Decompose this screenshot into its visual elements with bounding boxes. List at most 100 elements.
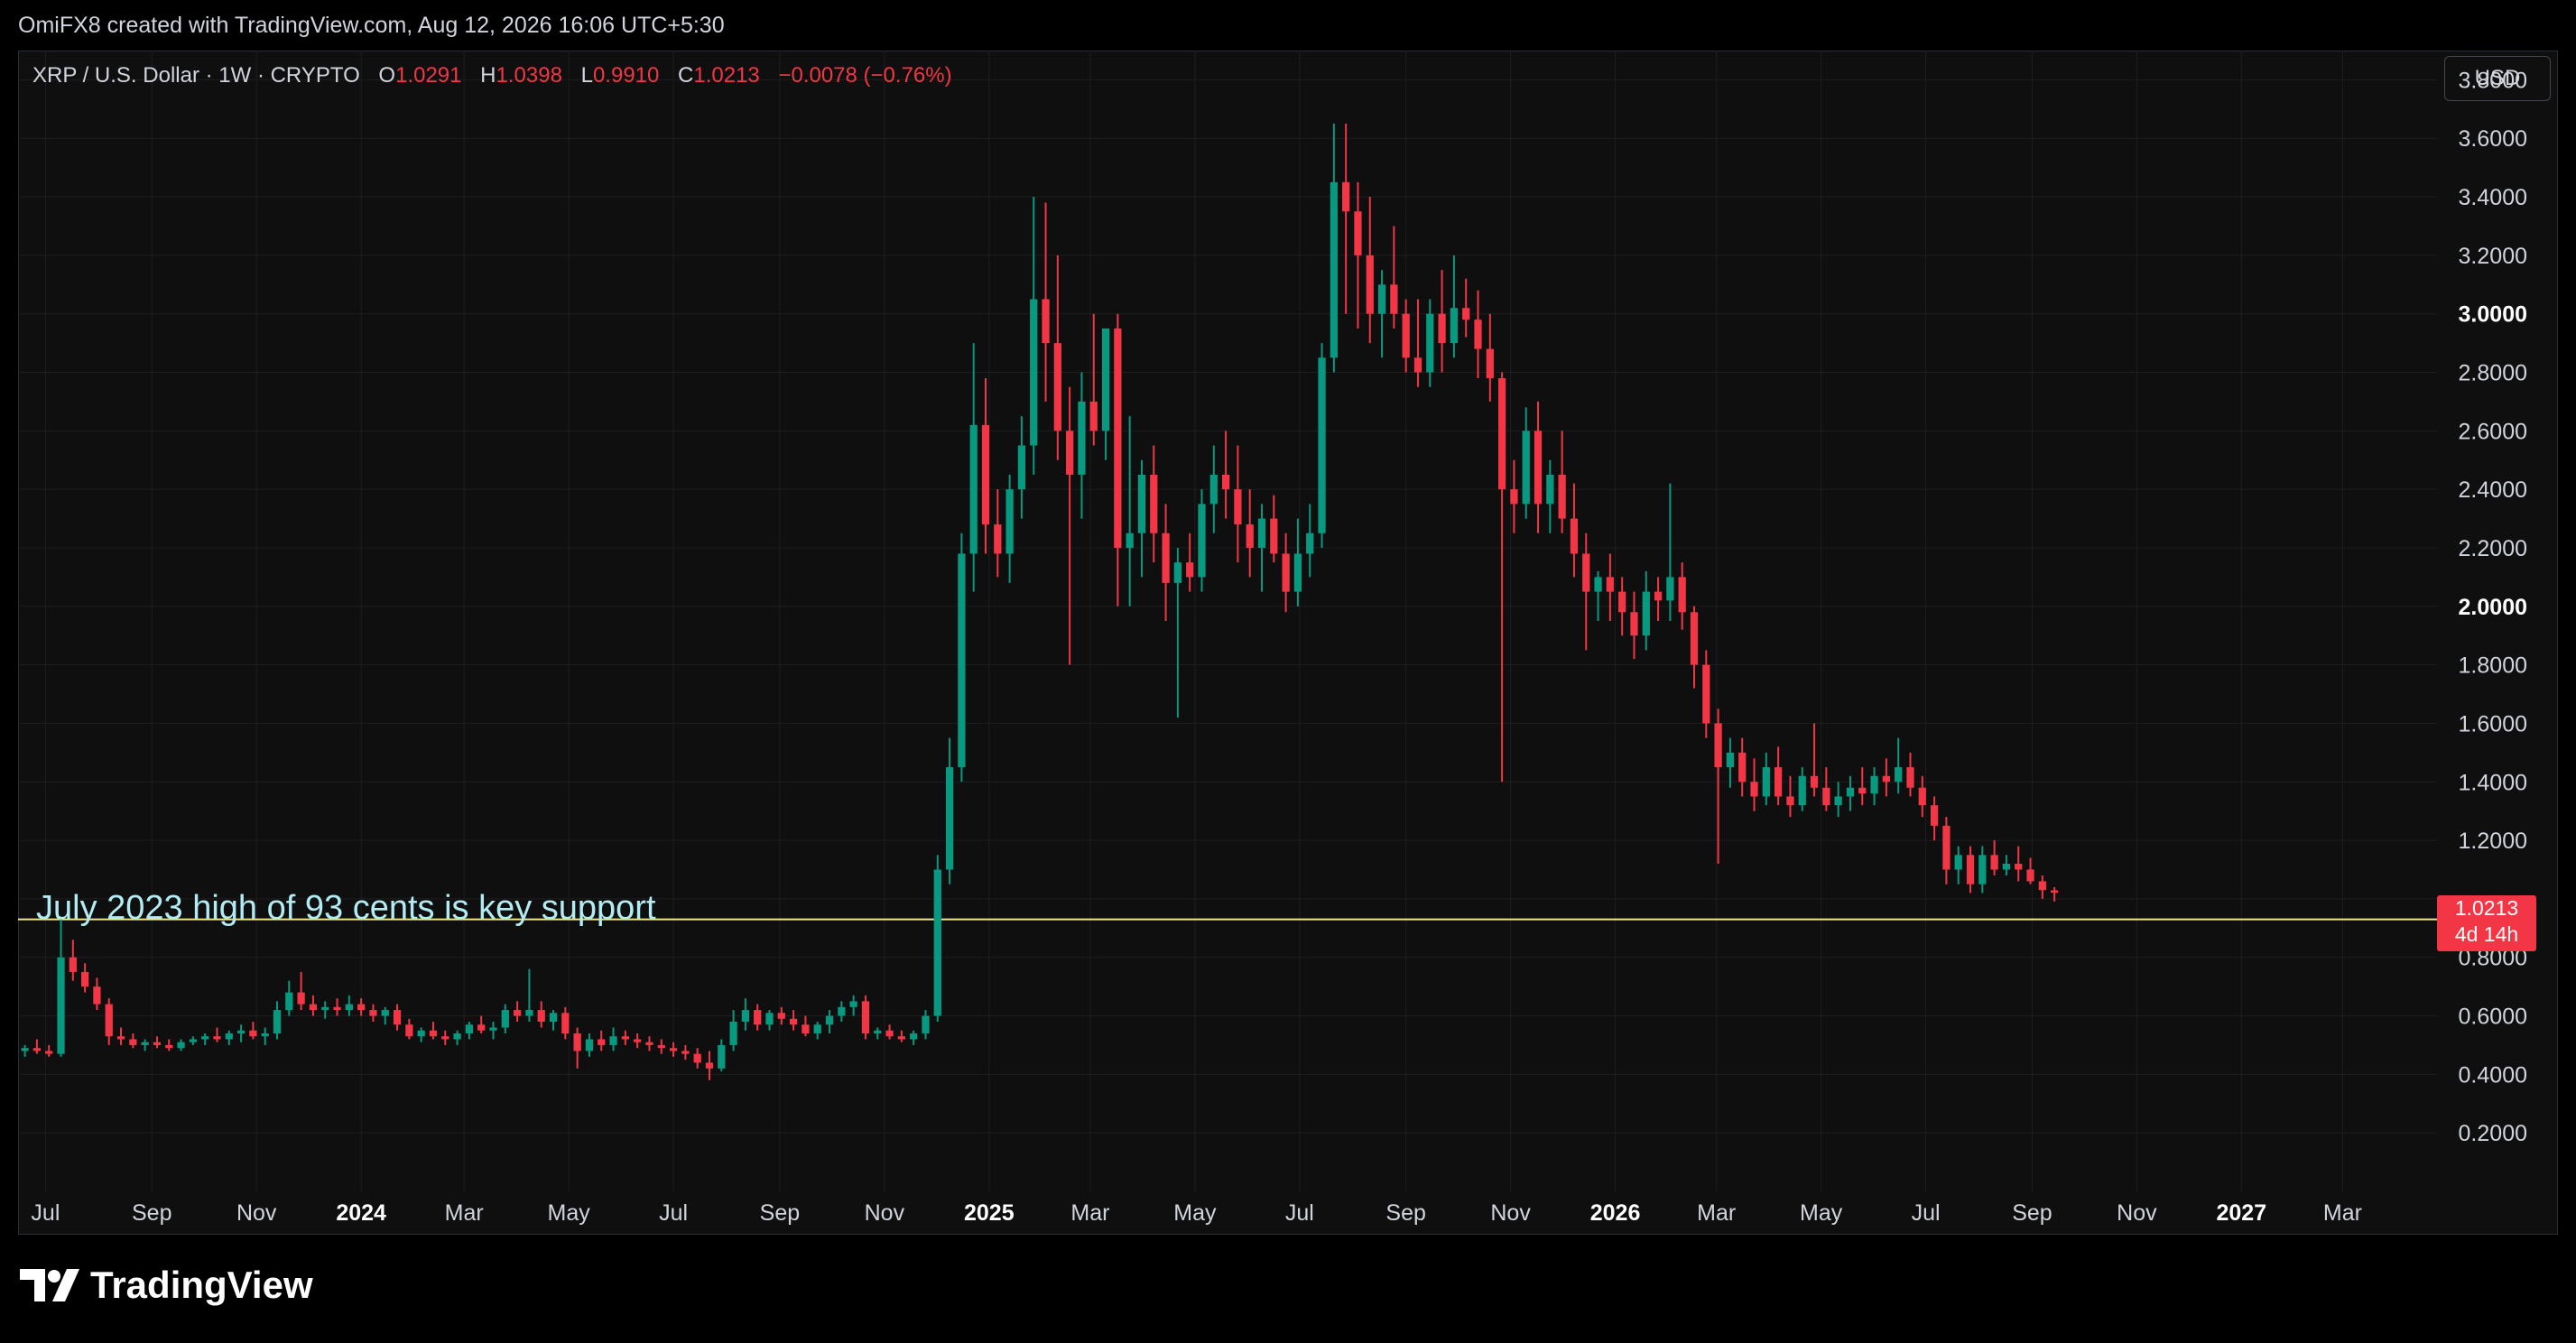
candle-body — [1858, 787, 1867, 794]
candle-body — [789, 1018, 798, 1025]
candle-body — [1474, 320, 1482, 349]
currency-button[interactable]: USD — [2444, 56, 2551, 101]
y-tick-label: 3.6000 — [2459, 126, 2527, 152]
candle-body — [1089, 401, 1098, 431]
y-tick-label: 3.2000 — [2459, 244, 2527, 269]
candle-body — [1678, 577, 1686, 613]
candle-body — [1221, 474, 1230, 490]
candle-body — [189, 1039, 197, 1042]
candle-body — [729, 1022, 737, 1045]
candle-body — [1738, 752, 1747, 783]
candle-body — [1954, 855, 1962, 870]
candle-body — [598, 1039, 606, 1045]
candle-body — [1942, 825, 1951, 870]
candle-body — [981, 424, 990, 525]
candle-body — [874, 1030, 882, 1033]
candle-body — [1786, 796, 1794, 806]
candle-body — [910, 1033, 918, 1040]
x-tick-label: 2024 — [336, 1200, 386, 1226]
candle-body — [1462, 308, 1470, 320]
candle-body — [1209, 474, 1218, 505]
candle-body — [1642, 591, 1650, 636]
candle-body — [1630, 612, 1638, 636]
candle-body — [285, 992, 293, 1011]
candle-body — [405, 1024, 413, 1037]
x-tick-label: Mar — [445, 1200, 484, 1226]
candle-body — [2015, 864, 2023, 870]
candle-body — [1186, 562, 1194, 578]
candle-body — [1354, 211, 1362, 255]
x-tick-label: 2025 — [964, 1200, 1015, 1226]
x-tick-label: May — [1800, 1200, 1843, 1226]
close-value: 1.0213 — [693, 63, 760, 88]
candle-body — [1570, 518, 1579, 554]
candle-body — [2002, 864, 2011, 870]
candle-body — [1546, 474, 1554, 505]
candle-body — [1257, 518, 1266, 548]
candle-body — [453, 1033, 461, 1040]
candle-body — [1582, 553, 1590, 592]
candle-body — [273, 1010, 282, 1033]
last-price: 1.0213 — [2454, 896, 2519, 920]
candle-body — [621, 1036, 629, 1040]
x-tick-label: Sep — [132, 1200, 171, 1226]
candle-body — [1066, 431, 1074, 475]
candle-body — [417, 1030, 425, 1037]
candle-body — [1042, 299, 1050, 344]
candle-body — [1534, 431, 1543, 505]
candle-body — [381, 1010, 389, 1016]
candle-body — [1377, 284, 1386, 314]
candle-body — [1618, 591, 1626, 613]
candle-body — [1966, 855, 1975, 885]
candle-body — [754, 1010, 762, 1025]
candle-body — [321, 1006, 329, 1011]
tradingview-logo-icon — [20, 1269, 79, 1301]
x-tick-label: Jul — [659, 1200, 688, 1226]
candle-body — [1497, 377, 1506, 490]
x-tick-label: Nov — [236, 1200, 277, 1226]
y-tick-label: 1.2000 — [2459, 829, 2527, 854]
candle-body — [657, 1044, 665, 1049]
candle-body — [1330, 181, 1338, 358]
candle-body — [561, 1013, 570, 1033]
candle-body — [1282, 553, 1290, 592]
candle-body — [1822, 787, 1830, 806]
candle-body — [849, 1001, 857, 1007]
y-tick-label: 2.8000 — [2459, 361, 2527, 386]
candle-body — [825, 1015, 834, 1025]
candle-body — [969, 424, 978, 554]
y-tick-label: 1.4000 — [2459, 770, 2527, 795]
candle-body — [1173, 562, 1182, 583]
candle-body — [1126, 533, 1134, 548]
candle-body — [1690, 612, 1699, 665]
y-tick-label: 1.8000 — [2459, 653, 2527, 679]
candle-body — [1318, 357, 1326, 533]
y-tick-label: 2.6000 — [2459, 419, 2527, 444]
symbol-legend: XRP / U.S. Dollar · 1W · CRYPTO O1.0291 … — [32, 63, 952, 88]
y-tick-label: 0.4000 — [2459, 1062, 2527, 1088]
tradingview-logo: TradingView — [20, 1264, 313, 1307]
candle-body — [885, 1030, 894, 1037]
x-tick-label: 2027 — [2217, 1200, 2267, 1226]
candle-body — [1906, 767, 1914, 788]
candle-body — [1101, 328, 1110, 431]
candle-body — [1702, 664, 1710, 724]
candle-body — [345, 1004, 353, 1011]
candle-body — [1846, 787, 1855, 797]
y-tick-label: 1.6000 — [2459, 711, 2527, 736]
change-value: −0.0078 (−0.76%) — [778, 63, 952, 88]
candle-body — [105, 1004, 113, 1037]
candle-body — [741, 1010, 750, 1023]
candle-body — [1750, 782, 1758, 797]
last-price-tag: 1.0213 4d 14h — [2437, 895, 2536, 951]
candle-body — [585, 1039, 594, 1051]
price-chart[interactable]: 3.80003.60003.40003.20003.00002.80002.60… — [0, 0, 2576, 1343]
candle-body — [1342, 181, 1350, 212]
candle-body — [1438, 313, 1446, 344]
candle-body — [1017, 445, 1026, 490]
candle-body — [1762, 767, 1770, 797]
candle-body — [705, 1062, 714, 1069]
x-tick-label: Jul — [1285, 1200, 1314, 1226]
candle-body — [765, 1013, 774, 1025]
candle-body — [1606, 577, 1614, 592]
